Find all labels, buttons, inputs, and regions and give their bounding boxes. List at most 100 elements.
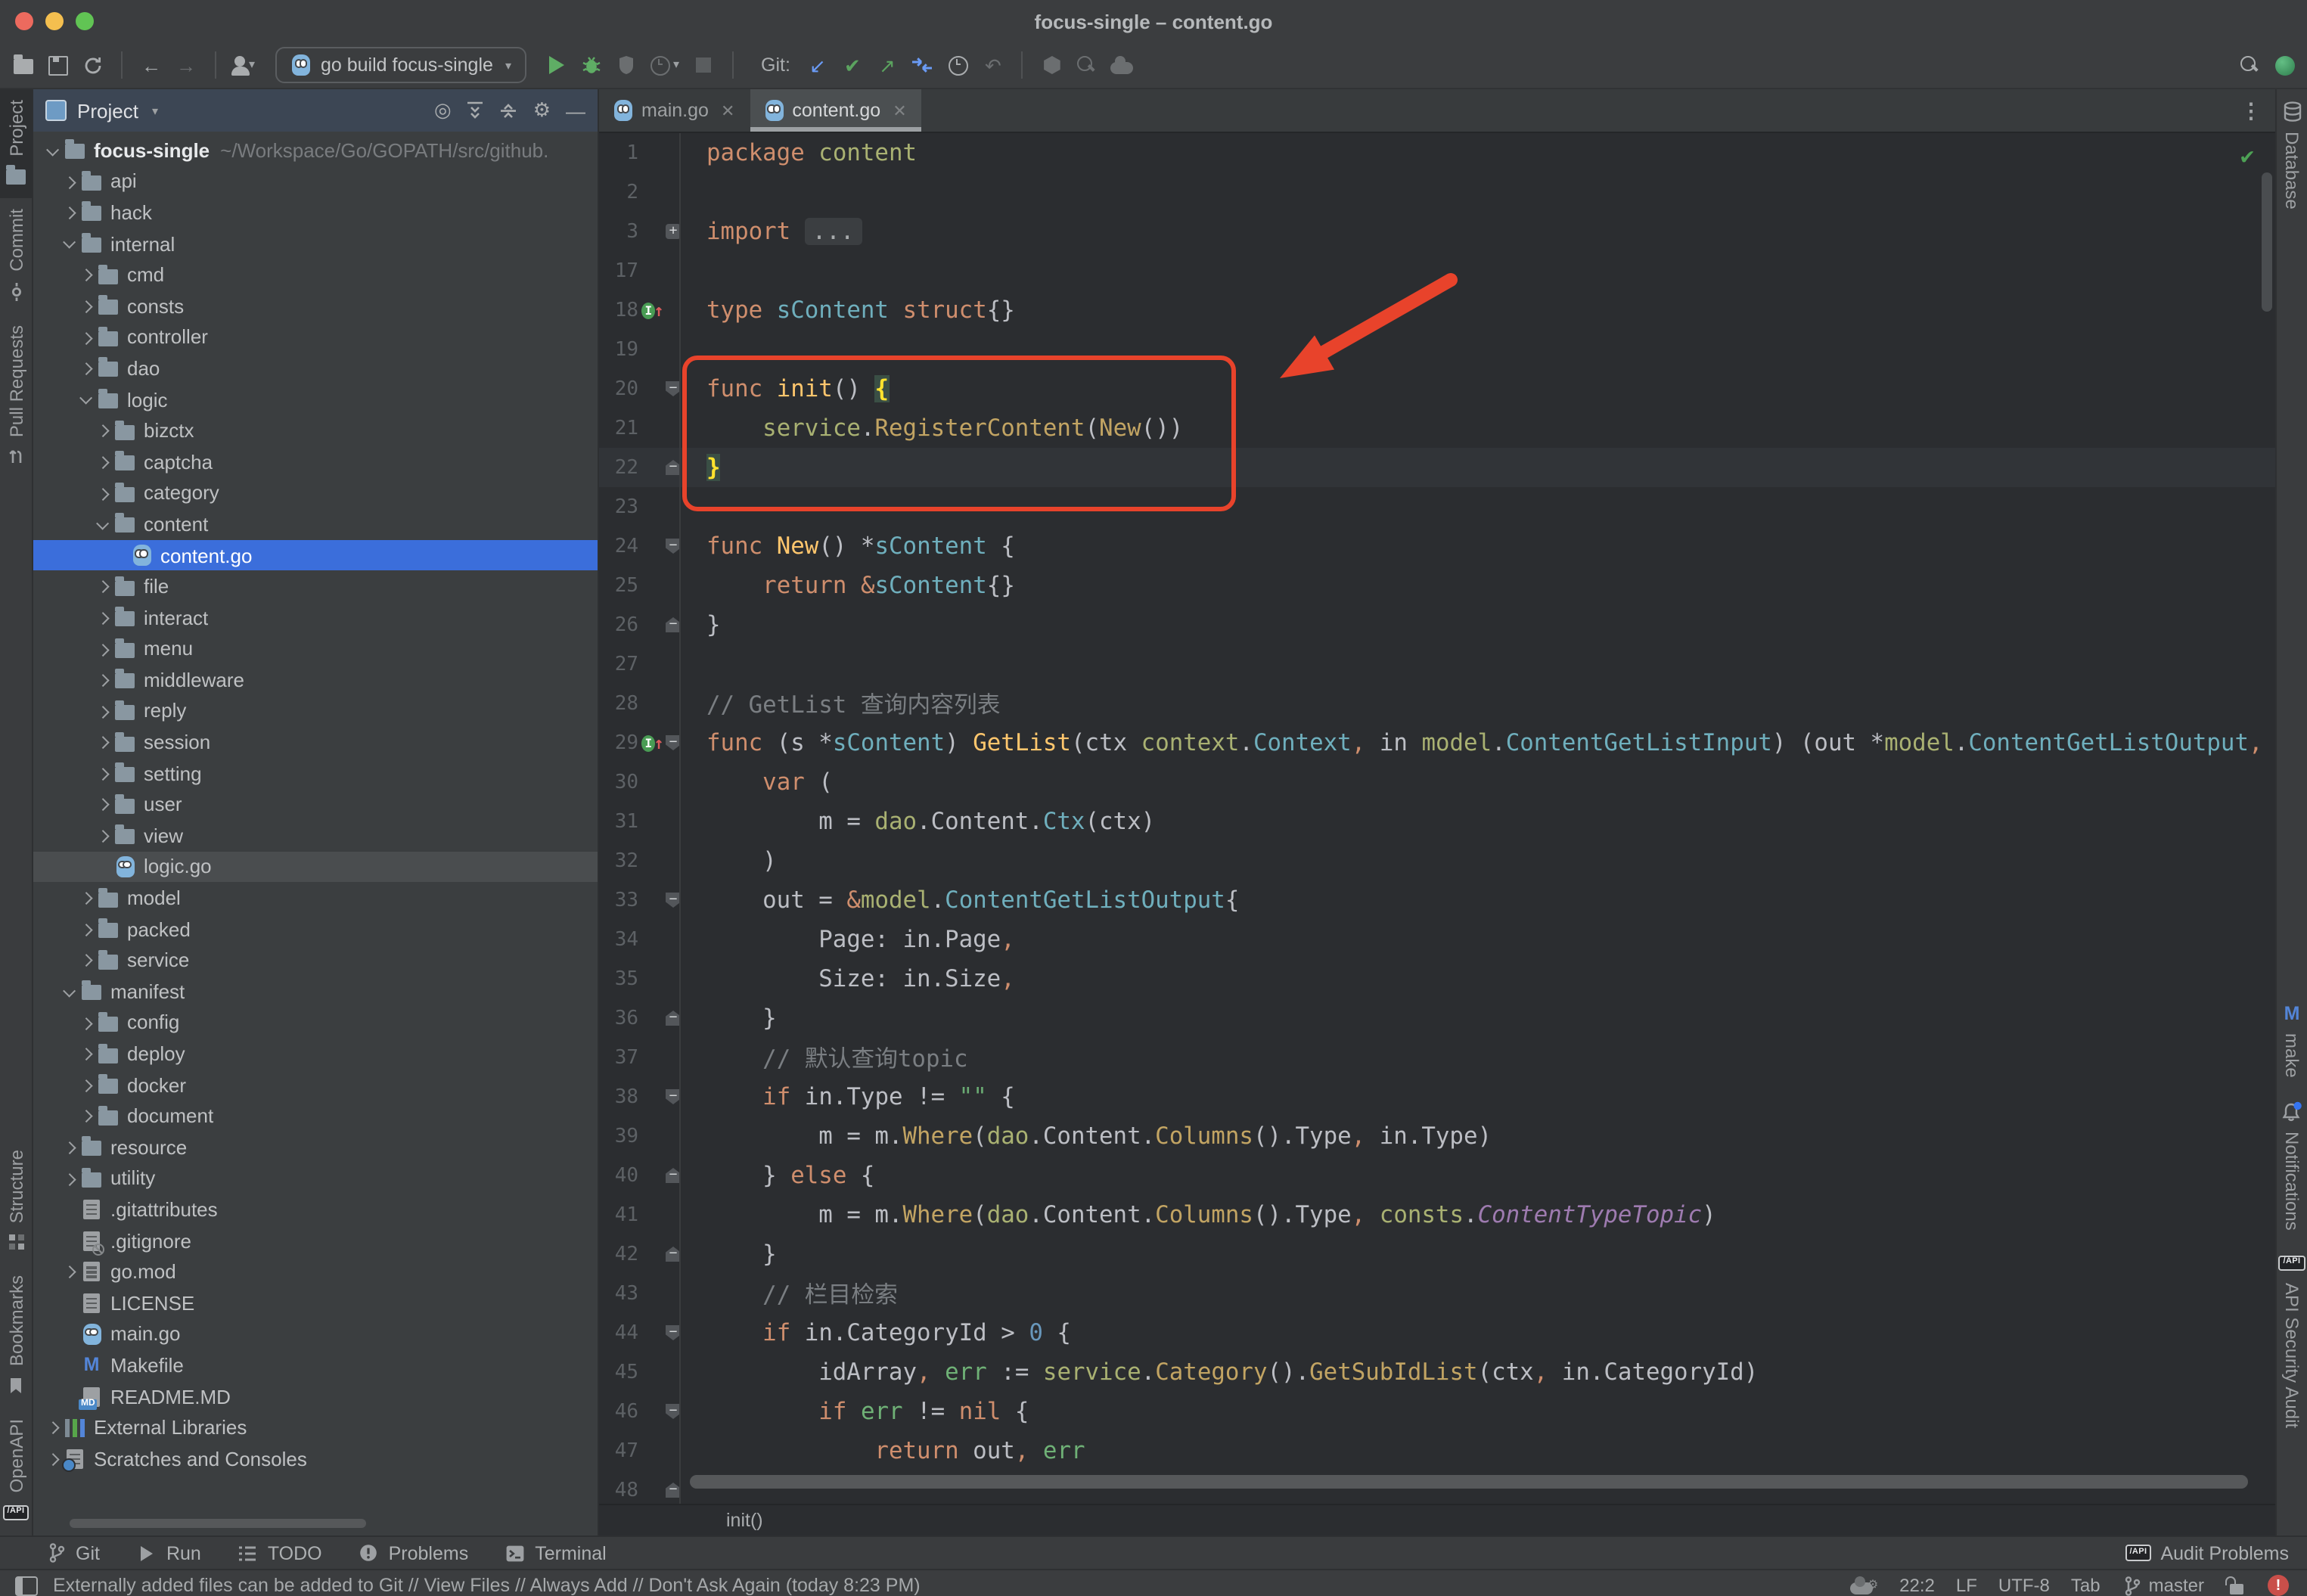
line-number[interactable]: 44 — [599, 1321, 641, 1344]
tree-item-logic.go[interactable]: logic.go — [33, 851, 598, 882]
chevron-right-icon[interactable] — [59, 1267, 79, 1277]
error-notification-icon[interactable]: ! — [2268, 1575, 2289, 1596]
chevron-right-icon[interactable] — [76, 270, 95, 280]
line-number[interactable]: 36 — [599, 1007, 641, 1029]
layout-icon[interactable] — [15, 1573, 38, 1596]
inspections-ok-icon[interactable]: ✔ — [2240, 142, 2254, 169]
line-number[interactable]: 25 — [599, 574, 641, 597]
tree-item-content[interactable]: content — [33, 508, 598, 539]
user-icon[interactable]: ▾ — [234, 53, 256, 77]
implementation-marker-icon[interactable]: I↑ — [641, 733, 663, 753]
unlock-icon[interactable] — [2225, 1573, 2246, 1596]
close-window-button[interactable] — [15, 12, 33, 30]
line-number[interactable]: 17 — [599, 259, 641, 282]
chevron-right-icon[interactable] — [76, 332, 95, 342]
tool-window-button-bookmarks[interactable]: Bookmarks — [0, 1265, 32, 1409]
open-folder-icon[interactable] — [12, 53, 33, 77]
tree-item-api[interactable]: api — [33, 166, 598, 197]
tree-item-controller[interactable]: controller — [33, 321, 598, 352]
line-number[interactable]: 23 — [599, 495, 641, 518]
minimize-window-button[interactable] — [45, 12, 64, 30]
tree-item-content.go[interactable]: content.go — [33, 539, 598, 570]
line-number[interactable]: 45 — [599, 1361, 641, 1383]
tool-window-button-api-security-audit[interactable]: /APIAPI Security Audit — [2277, 1240, 2307, 1439]
fold-start-icon[interactable]: − — [666, 381, 681, 396]
chevron-down-icon[interactable] — [92, 521, 112, 526]
chevron-right-icon[interactable] — [76, 1048, 95, 1058]
fold-end-icon[interactable]: − — [666, 1011, 681, 1026]
fold-start-icon[interactable]: − — [666, 1089, 681, 1104]
line-number[interactable]: 40 — [599, 1164, 641, 1187]
line-number[interactable]: 30 — [599, 771, 641, 793]
line-number[interactable]: 39 — [599, 1125, 641, 1147]
tree-item-license[interactable]: LICENSE — [33, 1287, 598, 1318]
locate-icon[interactable]: ◎ — [434, 98, 452, 123]
collapse-all-icon[interactable] — [500, 101, 518, 120]
fold-end-icon[interactable]: − — [666, 1247, 681, 1262]
fold-end-icon[interactable]: − — [666, 1483, 681, 1498]
tool-window-button-commit[interactable]: Commit — [0, 199, 32, 315]
chevron-right-icon[interactable] — [59, 1173, 79, 1183]
line-number[interactable]: 22 — [599, 456, 641, 479]
tool-window-button-terminal[interactable]: Terminal — [505, 1541, 607, 1565]
fold-end-icon[interactable]: − — [666, 617, 681, 632]
status-message[interactable]: Externally added files can be added to G… — [53, 1575, 921, 1596]
editor-body[interactable]: 1package content23+import ...1718I↑type … — [599, 133, 2275, 1535]
sync-icon[interactable] — [82, 53, 103, 77]
tool-window-button-notifications[interactable]: Notifications — [2277, 1088, 2307, 1240]
tree-item-reply[interactable]: reply — [33, 695, 598, 726]
tree-item-middleware[interactable]: middleware — [33, 664, 598, 695]
editor-vertical-scrollbar[interactable] — [2262, 172, 2272, 312]
tree-item-deploy[interactable]: deploy — [33, 1038, 598, 1069]
tool-window-button-make[interactable]: Mmake — [2277, 991, 2307, 1088]
chevron-right-icon[interactable] — [92, 800, 112, 809]
file-encoding[interactable]: UTF-8 — [1998, 1575, 2050, 1596]
line-number[interactable]: 28 — [599, 692, 641, 715]
chevron-right-icon[interactable] — [42, 1423, 62, 1433]
close-icon[interactable]: ✕ — [721, 101, 734, 120]
tree-item-user[interactable]: user — [33, 789, 598, 820]
fold-start-icon[interactable]: − — [666, 539, 681, 554]
chevron-right-icon[interactable] — [92, 644, 112, 654]
line-number[interactable]: 21 — [599, 417, 641, 439]
chevron-right-icon[interactable] — [76, 363, 95, 373]
tool-window-button-openapi[interactable]: OpenAPI/API — [0, 1409, 32, 1535]
line-number[interactable]: 18 — [599, 299, 641, 321]
tree-item-go.mod[interactable]: go.mod — [33, 1256, 598, 1287]
line-number[interactable]: 37 — [599, 1046, 641, 1069]
run-icon[interactable] — [546, 53, 567, 77]
chevron-right-icon[interactable] — [92, 582, 112, 592]
chevron-right-icon[interactable] — [59, 207, 79, 217]
line-number[interactable]: 32 — [599, 849, 641, 872]
tree-item-dao[interactable]: dao — [33, 352, 598, 383]
tree-item-packed[interactable]: packed — [33, 914, 598, 945]
tool-window-button-git[interactable]: Git — [45, 1541, 100, 1565]
line-number[interactable]: 27 — [599, 653, 641, 675]
tree-item-session[interactable]: session — [33, 727, 598, 758]
zoom-window-button[interactable] — [76, 12, 94, 30]
caret-position[interactable]: 22:2 — [1899, 1575, 1935, 1596]
editor-tab-main-go[interactable]: main.go✕ — [599, 89, 750, 132]
tree-item-category[interactable]: category — [33, 477, 598, 508]
tree-item-cmd[interactable]: cmd — [33, 259, 598, 290]
line-number[interactable]: 46 — [599, 1400, 641, 1423]
tree-item-main.go[interactable]: main.go — [33, 1318, 598, 1349]
fold-expand-icon[interactable]: + — [666, 224, 681, 239]
tree-item-consts[interactable]: consts — [33, 290, 598, 321]
tool-window-button-database[interactable]: Database — [2277, 89, 2307, 220]
chevron-right-icon[interactable] — [76, 924, 95, 934]
chevron-right-icon[interactable] — [42, 1454, 62, 1464]
cloud-settings-icon[interactable]: ⚙ — [1851, 1573, 1878, 1596]
line-number[interactable]: 1 — [599, 141, 641, 164]
settings-gear-icon[interactable]: ⚙ — [533, 98, 551, 123]
chevron-right-icon[interactable] — [76, 893, 95, 903]
line-number[interactable]: 24 — [599, 535, 641, 557]
tree-item-readme.md[interactable]: README.MD — [33, 1381, 598, 1412]
update-project-icon[interactable]: ↙ — [807, 53, 828, 77]
debug-icon[interactable] — [581, 53, 602, 77]
chevron-right-icon[interactable] — [92, 457, 112, 467]
project-horizontal-scrollbar[interactable] — [70, 1519, 366, 1528]
tree-item-focus-single[interactable]: focus-single~/Workspace/Go/GOPATH/src/gi… — [33, 135, 598, 166]
chevron-right-icon[interactable] — [59, 176, 79, 186]
line-number[interactable]: 19 — [599, 338, 641, 361]
